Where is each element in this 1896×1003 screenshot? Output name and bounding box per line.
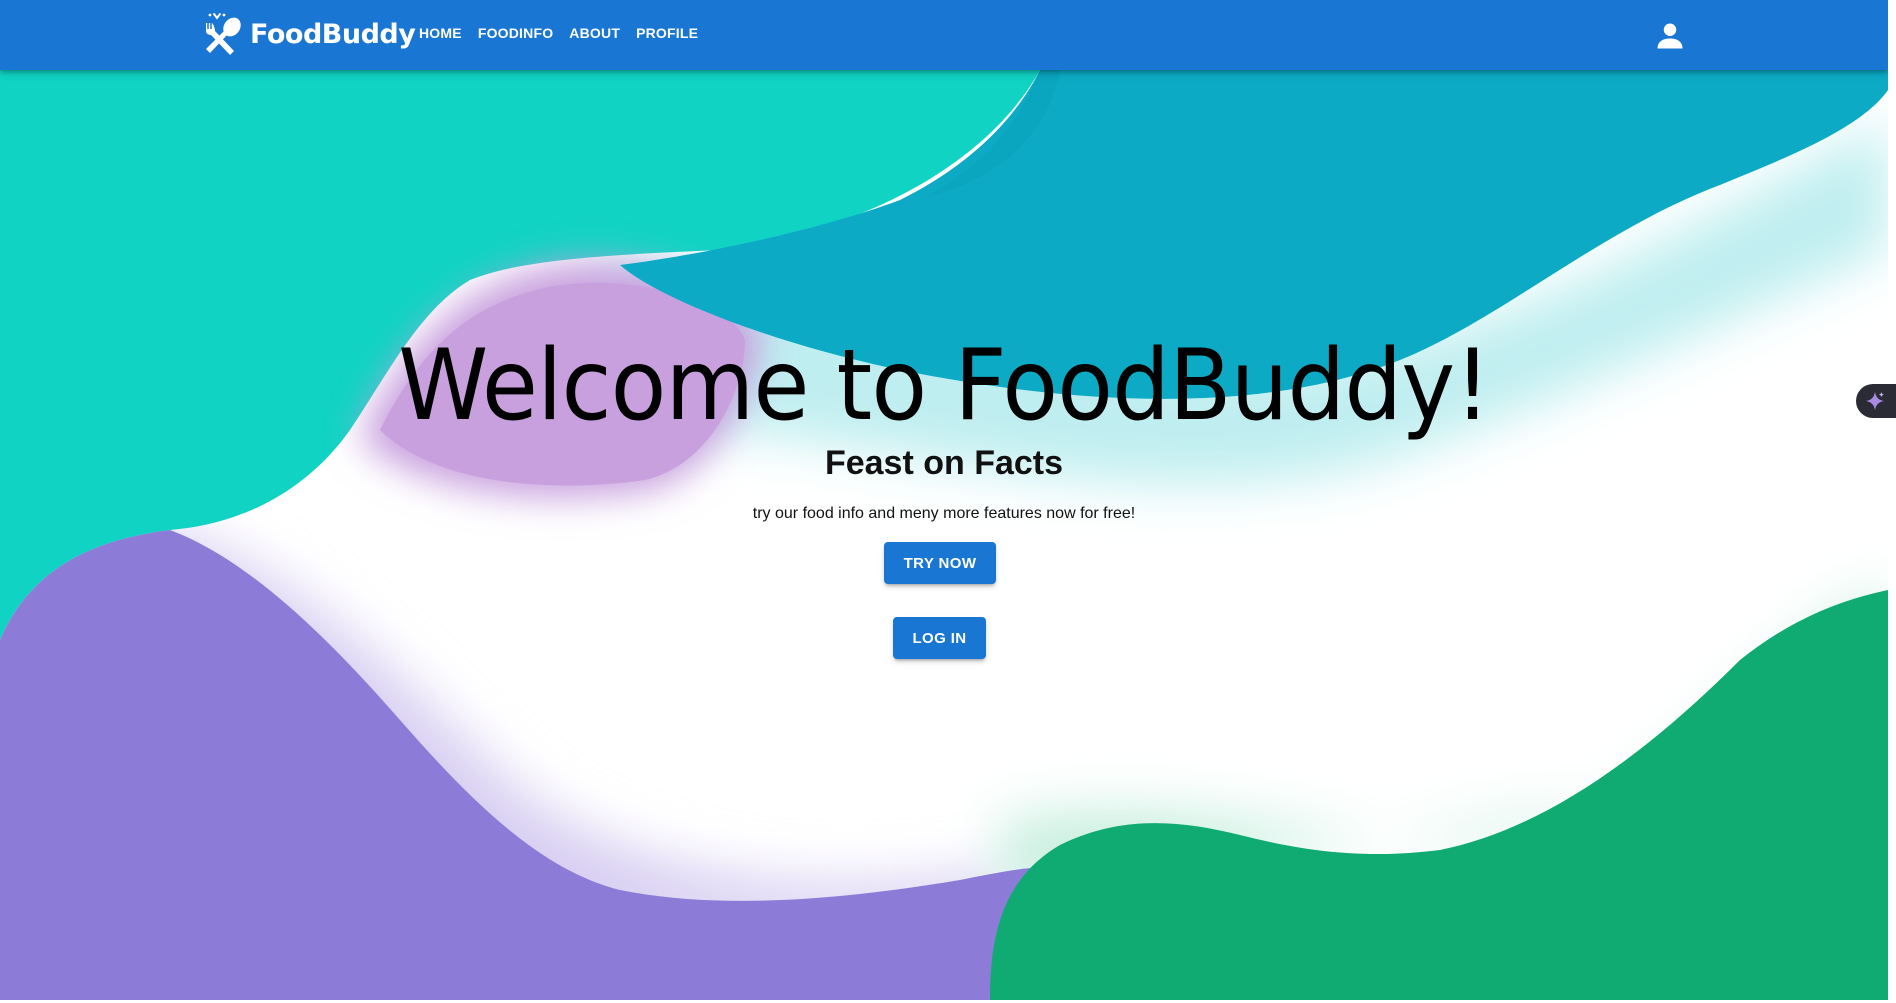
nav-profile[interactable]: PROFILE — [628, 22, 706, 44]
fork-knife-logo-icon — [206, 13, 241, 55]
try-now-button[interactable]: TRY NOW — [884, 542, 996, 584]
wavy-background — [0, 0, 1888, 1000]
top-navbar: FoodBuddy HOME FOODINFO ABOUT PROFILE — [0, 0, 1888, 70]
window-edge — [1888, 70, 1896, 1003]
page-frame: FoodBuddy HOME FOODINFO ABOUT PROFILE We… — [0, 0, 1888, 1000]
account-icon — [1657, 23, 1683, 49]
brand-logo[interactable]: FoodBuddy — [200, 11, 416, 57]
brand-name: FoodBuddy — [250, 18, 416, 50]
nav-foodinfo[interactable]: FOODINFO — [470, 22, 561, 44]
nav-links: HOME FOODINFO ABOUT PROFILE — [411, 22, 706, 44]
hero-description: try our food info and meny more features… — [752, 505, 1136, 522]
nav-home[interactable]: HOME — [411, 22, 470, 44]
assistant-widget[interactable] — [1856, 384, 1896, 418]
account-button[interactable] — [1655, 21, 1685, 51]
nav-about[interactable]: ABOUT — [561, 22, 628, 44]
log-in-button[interactable]: LOG IN — [893, 617, 986, 659]
hero-title: Welcome to FoodBuddy! — [398, 329, 1491, 443]
hero-subtitle: Feast on Facts — [824, 444, 1064, 482]
sparkle-icon — [1865, 391, 1885, 411]
